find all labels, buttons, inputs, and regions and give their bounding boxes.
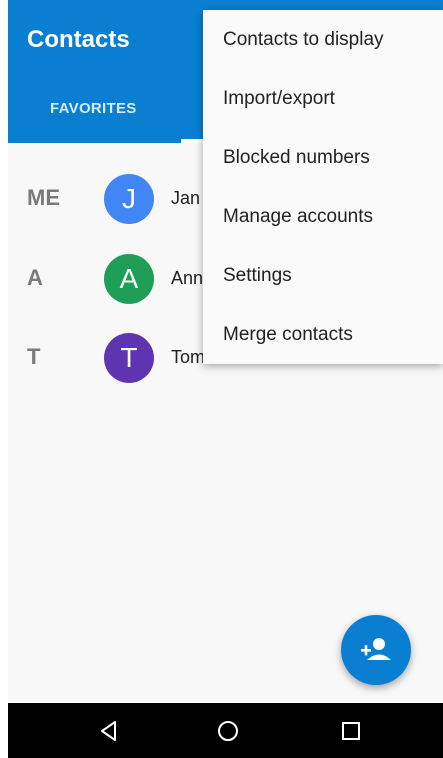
- contact-name: Jan: [171, 188, 201, 208]
- contact-name: Ann: [171, 268, 204, 288]
- home-icon[interactable]: [216, 719, 240, 743]
- overflow-menu: Contacts to display Import/export Blocke…: [203, 10, 443, 364]
- menu-item-import-export[interactable]: Import/export: [203, 69, 443, 128]
- tab-favorites[interactable]: FAVORITES: [50, 100, 137, 117]
- menu-item-manage-accounts[interactable]: Manage accounts: [203, 187, 443, 246]
- section-header: ME: [27, 185, 60, 210]
- menu-item-contacts-to-display[interactable]: Contacts to display: [203, 10, 443, 69]
- contacts-screen: Contacts FAVORITES ME J Jan A A Ann T T …: [0, 0, 443, 758]
- menu-item-merge-contacts[interactable]: Merge contacts: [203, 305, 443, 364]
- menu-item-blocked-numbers[interactable]: Blocked numbers: [203, 128, 443, 187]
- section-header: T: [27, 344, 41, 369]
- add-person-icon: [361, 638, 391, 660]
- add-contact-button[interactable]: [341, 615, 411, 685]
- back-icon[interactable]: [97, 719, 121, 743]
- avatar: T: [104, 333, 154, 383]
- contact-name: Tom: [171, 347, 206, 367]
- recents-icon[interactable]: [339, 719, 363, 743]
- left-edge: [0, 0, 8, 703]
- menu-item-settings[interactable]: Settings: [203, 246, 443, 305]
- section-header: A: [27, 265, 43, 290]
- avatar: J: [104, 174, 154, 224]
- avatar: A: [104, 254, 154, 304]
- navigation-bar: [8, 703, 443, 758]
- page-title: Contacts: [27, 26, 130, 53]
